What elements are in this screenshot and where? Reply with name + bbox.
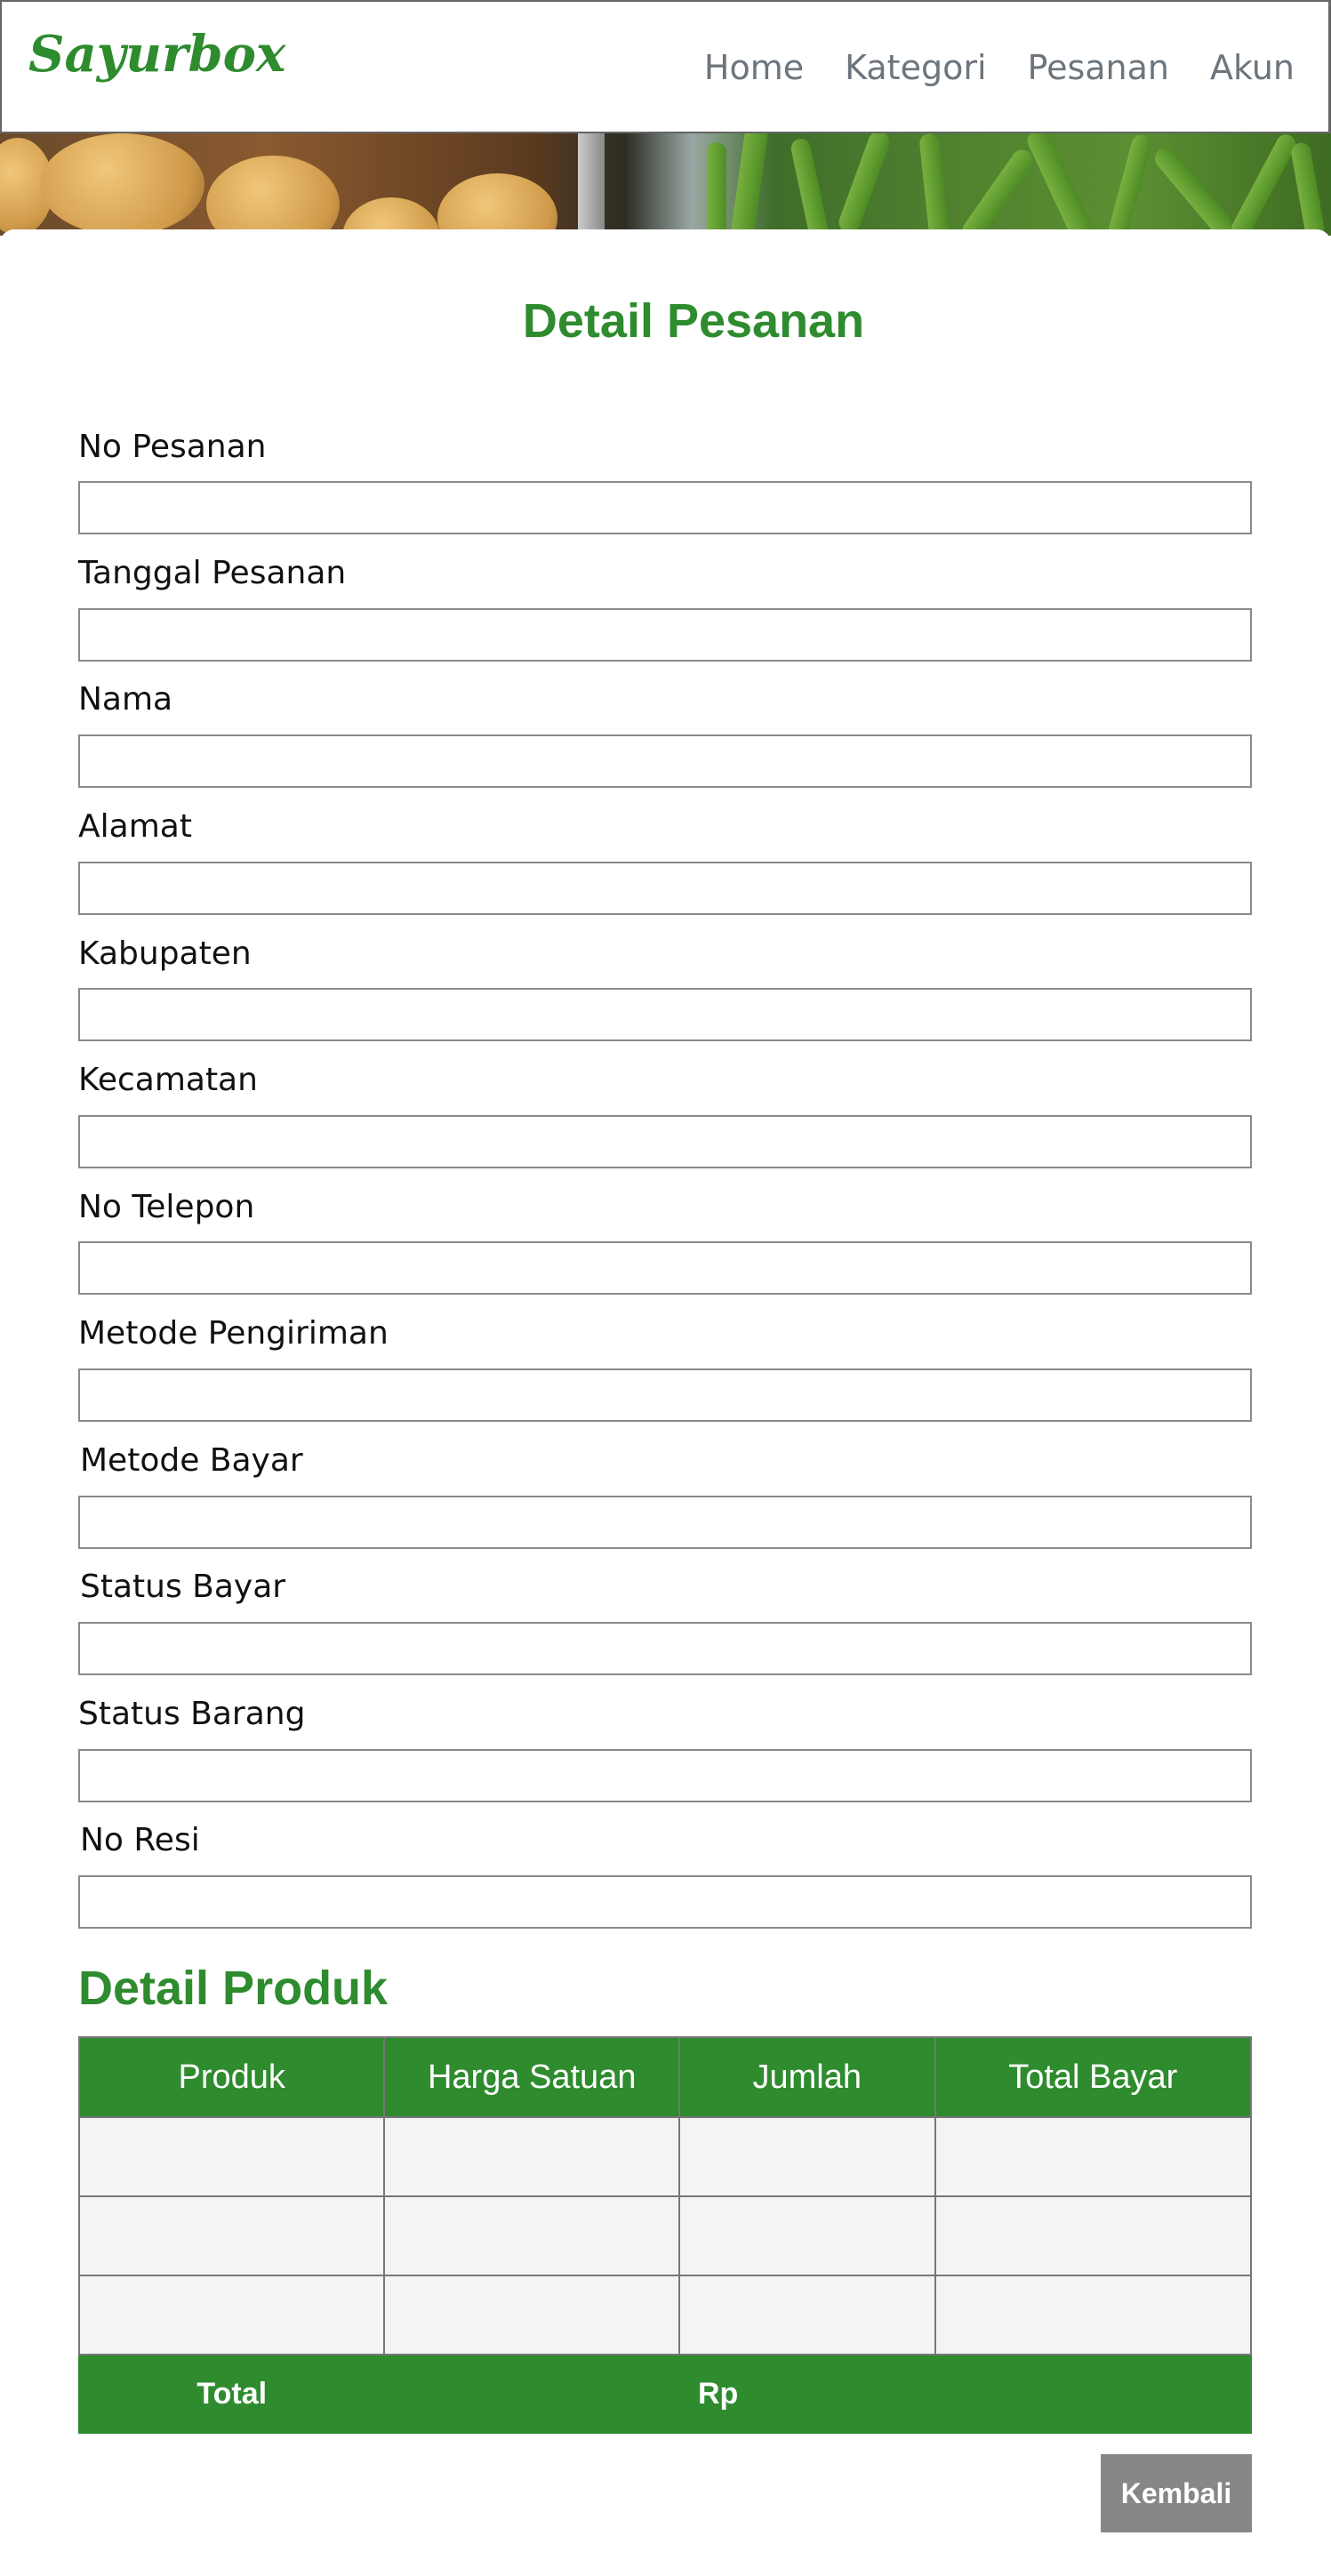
input-no-pesanan[interactable] — [78, 481, 1252, 534]
label-kecamatan: Kecamatan — [78, 1062, 258, 1098]
input-status-bayar[interactable] — [78, 1622, 1252, 1675]
label-nama: Nama — [78, 681, 173, 718]
table-cell — [77, 2116, 386, 2197]
nav-akun-link[interactable]: Akun — [1210, 48, 1295, 87]
label-tanggal-pesanan: Tanggal Pesanan — [78, 555, 347, 591]
table-cell — [678, 2195, 936, 2276]
nav-links: Home Kategori Pesanan Akun — [704, 48, 1295, 87]
label-no-resi: No Resi — [80, 1822, 200, 1858]
input-metode-pengiriman[interactable] — [78, 1368, 1252, 1422]
table-cell — [383, 2195, 680, 2276]
section-title-detail-produk: Detail Produk — [78, 1962, 389, 2015]
column-header-jumlah: Jumlah — [678, 2036, 936, 2118]
column-header-total-bayar: Total Bayar — [934, 2036, 1253, 2118]
table-cell — [934, 2116, 1253, 2197]
input-status-barang[interactable] — [78, 1749, 1252, 1802]
input-kecamatan[interactable] — [78, 1115, 1252, 1168]
table-header-row: Produk Harga Satuan Jumlah Total Bayar — [77, 2036, 1253, 2118]
input-kabupaten[interactable] — [78, 988, 1252, 1041]
column-header-produk: Produk — [77, 2036, 386, 2118]
input-metode-bayar[interactable] — [78, 1496, 1252, 1549]
table-cell — [77, 2275, 386, 2355]
label-no-telepon: No Telepon — [78, 1189, 255, 1225]
nav-home-link[interactable]: Home — [704, 48, 804, 87]
table-cell — [383, 2275, 680, 2355]
input-no-resi[interactable] — [78, 1875, 1252, 1929]
navbar: Sayurbox Home Kategori Pesanan Akun — [0, 0, 1331, 133]
product-table: Produk Harga Satuan Jumlah Total Bayar T — [77, 2036, 1253, 2434]
input-nama[interactable] — [78, 734, 1252, 788]
hero-banner-image — [0, 133, 1331, 236]
brand-logo[interactable]: Sayurbox — [28, 25, 285, 84]
label-kabupaten: Kabupaten — [78, 935, 252, 972]
label-metode-bayar: Metode Bayar — [80, 1442, 303, 1479]
page-title: Detail Pesanan — [522, 294, 865, 348]
table-cell — [678, 2116, 936, 2197]
input-no-telepon[interactable] — [78, 1241, 1252, 1295]
table-footer-spacer — [383, 2354, 680, 2434]
input-alamat[interactable] — [78, 862, 1252, 915]
table-row — [77, 2116, 1253, 2197]
label-no-pesanan: No Pesanan — [78, 429, 267, 465]
table-cell — [678, 2275, 936, 2355]
table-cell — [77, 2195, 386, 2276]
table-footer-row: Total Rp — [77, 2354, 1253, 2434]
table-cell — [934, 2195, 1253, 2276]
label-metode-pengiriman: Metode Pengiriman — [78, 1315, 389, 1352]
label-status-bayar: Status Bayar — [80, 1569, 286, 1605]
label-status-barang: Status Barang — [78, 1696, 306, 1732]
back-button[interactable]: Kembali — [1101, 2454, 1252, 2532]
table-cell — [383, 2116, 680, 2197]
label-alamat: Alamat — [78, 808, 192, 845]
total-amount: Rp — [678, 2354, 1253, 2434]
table-cell — [934, 2275, 1253, 2355]
column-header-harga-satuan: Harga Satuan — [383, 2036, 680, 2118]
nav-pesanan-link[interactable]: Pesanan — [1028, 48, 1169, 87]
table-row — [77, 2275, 1253, 2355]
table-row — [77, 2195, 1253, 2276]
total-label: Total — [77, 2354, 386, 2434]
input-tanggal-pesanan[interactable] — [78, 608, 1252, 662]
nav-kategori-link[interactable]: Kategori — [845, 48, 986, 87]
